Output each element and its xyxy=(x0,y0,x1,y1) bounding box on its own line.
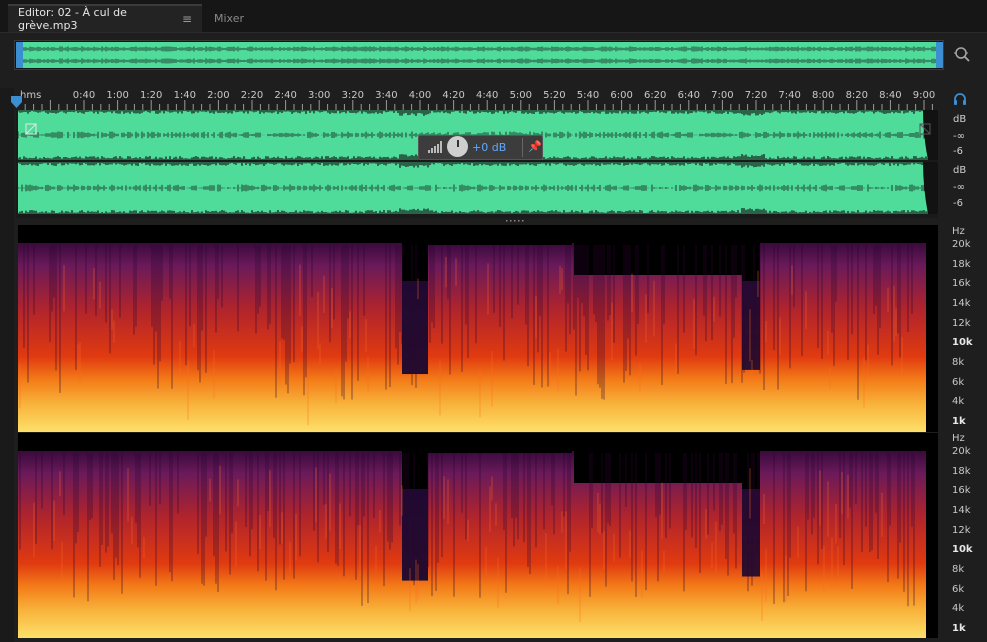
hz-tick-label: 16k xyxy=(952,485,971,497)
hz-tick-label: 8k xyxy=(952,564,965,575)
hz-tick-label: 1k xyxy=(952,623,966,634)
spectral-display-right[interactable] xyxy=(18,433,938,638)
ruler-tick-label: 3:20 xyxy=(341,90,365,101)
db-minus6-top: -6 xyxy=(953,146,963,157)
ruler-tick-label: 2:20 xyxy=(240,90,264,101)
volume-knob[interactable] xyxy=(447,136,468,157)
ruler-tick-label: 8:40 xyxy=(879,90,902,101)
ruler-tick-label: 6:40 xyxy=(677,90,701,101)
hz-tick-label: 10k xyxy=(952,544,973,556)
db-label-top: dB xyxy=(953,114,967,125)
panel-resize-grip[interactable] xyxy=(505,219,527,223)
hz-tick-label: 14k xyxy=(952,505,971,516)
zoom-icon[interactable] xyxy=(953,45,971,63)
hz-tick-label: 20k xyxy=(952,239,971,250)
hz-tick-label: 18k xyxy=(952,258,971,270)
hz-tick-label: 12k xyxy=(952,317,971,329)
hz-tick-label: 10k xyxy=(952,337,973,349)
db-minus6-bottom: -6 xyxy=(953,198,963,209)
overview-waveform-fill xyxy=(16,42,942,68)
hud-separator xyxy=(522,138,523,157)
ruler-tick-label: 3:40 xyxy=(375,90,398,101)
ruler-tick-label: 8:00 xyxy=(811,90,835,101)
tab-mixer[interactable]: Mixer xyxy=(204,4,254,32)
ruler-tick-label: 4:40 xyxy=(475,90,499,101)
hz-tick-label: 16k xyxy=(952,278,971,290)
hz-tick-label: 18k xyxy=(952,465,971,477)
ruler-tick-label: 2:40 xyxy=(274,90,297,101)
ruler-tick-label: 2:00 xyxy=(207,90,230,101)
tab-editor-label: Editor: 02 - À cul de grève.mp3 xyxy=(18,6,127,32)
ruler-tick-label: 1:20 xyxy=(139,90,163,101)
ruler-labels: 0:40 1:00 1:20 1:40 2:00 2:20 2:40 3:00 3:20 3:40… xyxy=(0,88,987,102)
hz-unit-label: Hz xyxy=(952,226,965,237)
ruler-tick-label: 9:00 xyxy=(912,90,936,101)
db-inf-bottom: -∞ xyxy=(953,182,965,193)
ruler-tick-label: 6:20 xyxy=(643,90,667,101)
overview-start-handle[interactable] xyxy=(16,42,23,68)
ruler-tick-label: 5:20 xyxy=(543,90,566,101)
hz-tick-label: 6k xyxy=(952,583,965,595)
overview-end-handle[interactable] xyxy=(936,42,943,68)
hz-tick-label: 6k xyxy=(952,376,965,388)
hz-tick-label: 14k xyxy=(952,298,971,309)
overview-waveform[interactable] xyxy=(16,42,942,68)
ruler-tick-label: 7:20 xyxy=(744,90,768,101)
hz-tick-label: 8k xyxy=(952,357,965,368)
ruler-tick-label: 1:40 xyxy=(173,90,197,101)
hz-unit-label: Hz xyxy=(952,433,965,444)
hz-tick-label: 4k xyxy=(952,603,965,615)
ruler-tick-label: 8:20 xyxy=(845,90,869,101)
hz-tick-label: 12k xyxy=(952,524,971,536)
tab-editor[interactable]: Editor: 02 - À cul de grève.mp3 ≡ xyxy=(8,4,202,32)
headphones-icon[interactable] xyxy=(953,92,967,106)
pin-icon[interactable]: 📌 xyxy=(528,140,542,153)
hz-tick-label: 20k xyxy=(952,446,971,457)
volume-meter-icon xyxy=(428,141,442,153)
ruler-tick-label: 7:40 xyxy=(778,90,801,101)
db-inf-top: -∞ xyxy=(953,131,965,142)
ruler-tick-label: 6:00 xyxy=(610,90,633,101)
hz-tick-label: 1k xyxy=(952,416,966,427)
tab-menu-icon[interactable]: ≡ xyxy=(182,12,192,26)
ruler-tick-label: 4:00 xyxy=(408,90,432,101)
volume-value[interactable]: +0 dB xyxy=(472,141,506,154)
ruler-tick-label: 7:00 xyxy=(711,90,734,101)
ruler-tick-label: 4:20 xyxy=(442,90,465,101)
hz-tick-label: 4k xyxy=(952,396,965,408)
playhead-marker-icon[interactable] xyxy=(11,96,22,108)
track-left-gutter xyxy=(0,88,14,642)
ruler-tick-label: 5:00 xyxy=(509,90,533,101)
db-label-bottom: dB xyxy=(953,165,967,176)
ruler-tick-label: 0:40 xyxy=(72,90,96,101)
ruler-tick-label: 1:00 xyxy=(106,90,129,101)
ruler-tick-label: 3:00 xyxy=(307,90,331,101)
ruler-tick-label: 5:40 xyxy=(576,90,600,101)
waveform-display[interactable] xyxy=(18,110,938,218)
spectral-display-left[interactable] xyxy=(18,225,938,432)
tab-mixer-label: Mixer xyxy=(214,11,245,25)
